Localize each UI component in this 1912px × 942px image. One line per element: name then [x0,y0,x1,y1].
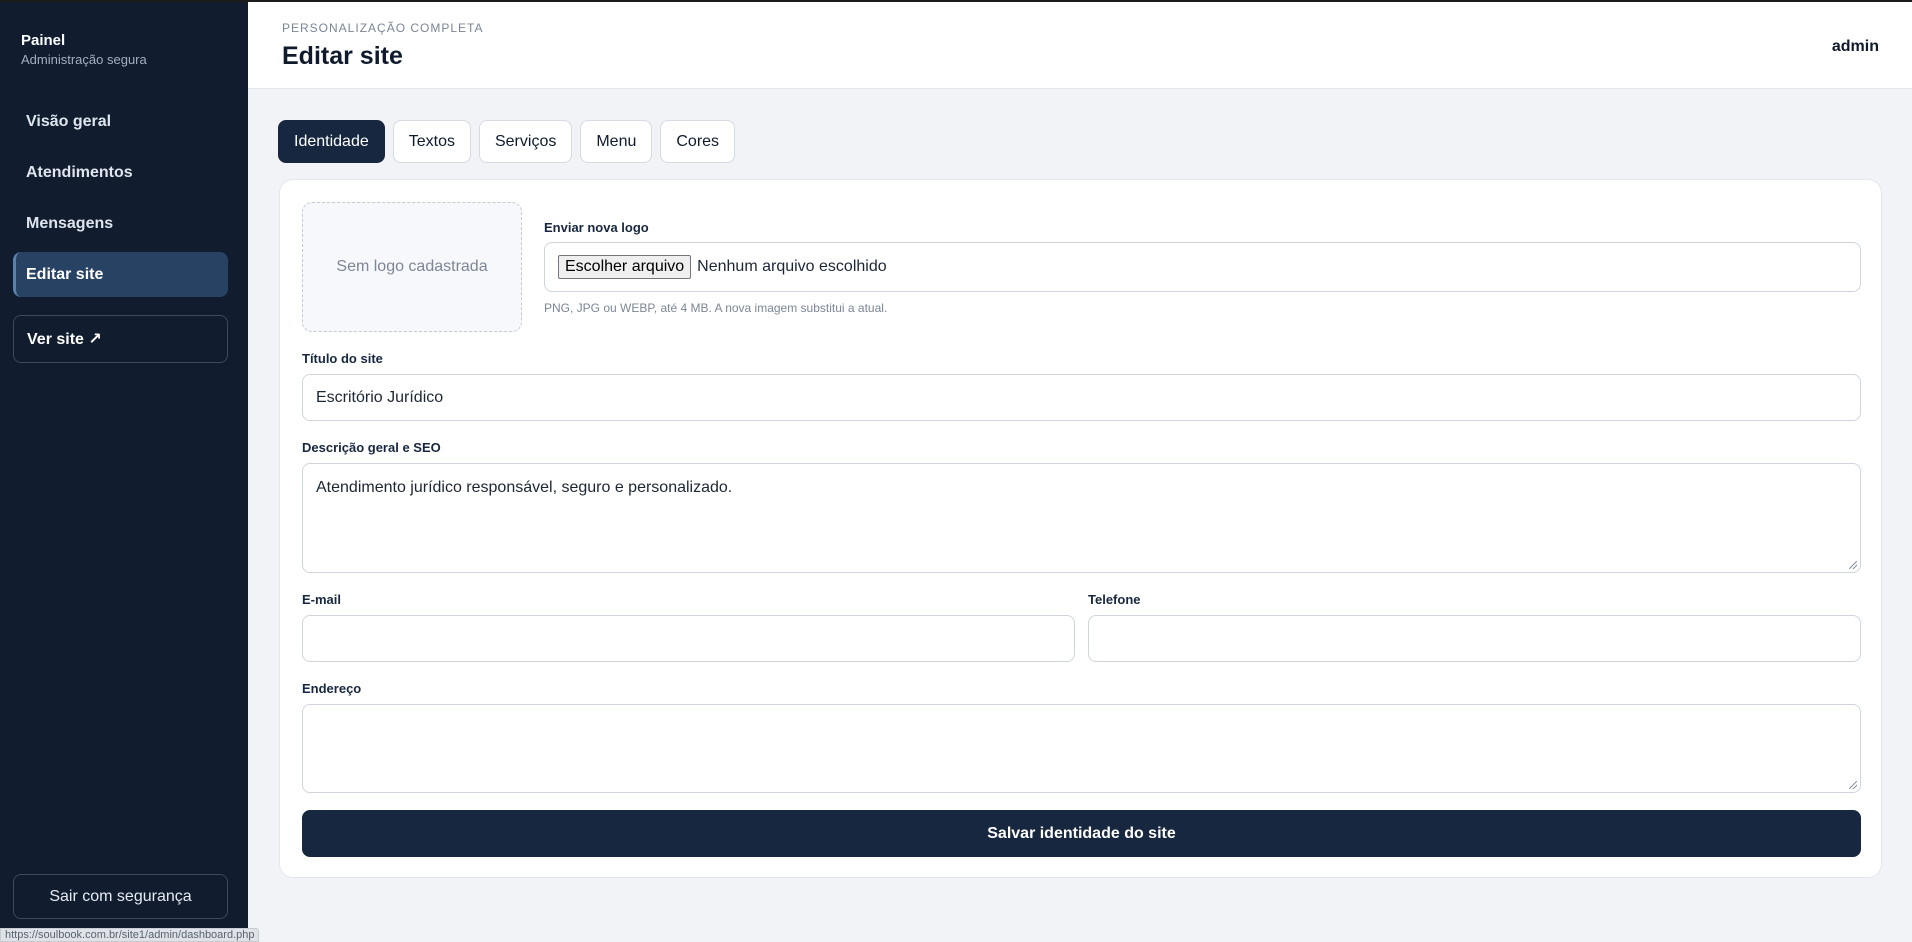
choose-file-button[interactable]: Escolher arquivo [558,255,692,279]
brand: Painel Administração segura [21,32,147,68]
brand-subtitle: Administração segura [21,52,147,67]
save-identity-button[interactable]: Salvar identidade do site [302,810,1861,857]
site-title-label: Título do site [302,351,383,366]
email-field[interactable] [302,615,1075,662]
sidebar-item-editar-site[interactable]: Editar site [13,252,228,297]
logout-button[interactable]: Sair com segurança [13,874,228,919]
sidebar-item-mensagens[interactable]: Mensagens [13,201,228,246]
description-label: Descrição geral e SEO [302,440,441,455]
sidebar-nav: Visão geral Atendimentos Mensagens Edita… [13,99,228,369]
view-site-link[interactable]: Ver site ↗ [13,315,228,363]
resize-handle-icon[interactable] [1849,781,1857,789]
email-label: E-mail [302,592,342,607]
window-top-border [0,0,1912,2]
address-label: Endereço [302,681,362,696]
phone-label: Telefone [1088,592,1141,607]
logo-hint: PNG, JPG ou WEBP, até 4 MB. A nova image… [544,301,888,315]
status-bar-url: https://soulbook.com.br/site1/admin/dash… [0,928,260,942]
description-textarea[interactable]: Atendimento jurídico responsável, seguro… [302,463,1861,573]
tab-menu[interactable]: Menu [580,120,653,163]
logo-file-input[interactable]: Escolher arquivo Nenhum arquivo escolhid… [544,242,1861,292]
phone-field[interactable] [1088,615,1861,662]
sidebar-item-atendimentos[interactable]: Atendimentos [13,150,228,195]
tab-cores[interactable]: Cores [660,120,736,163]
identity-form-card: Sem logo cadastrada Enviar nova logo Esc… [279,179,1882,878]
logo-preview: Sem logo cadastrada [302,202,522,332]
tab-servicos[interactable]: Serviços [478,120,573,163]
page-header: PERSONALIZAÇÃO COMPLETA Editar site admi… [248,2,1912,89]
resize-handle-icon[interactable] [1849,561,1857,569]
tab-textos[interactable]: Textos [392,120,471,163]
file-status: Nenhum arquivo escolhido [697,258,887,275]
description-text: Atendimento jurídico responsável, seguro… [316,479,733,496]
tab-identidade[interactable]: Identidade [278,120,385,163]
tab-bar: Identidade Textos Serviços Menu Cores [278,120,743,163]
page-title: Editar site [282,42,403,70]
address-textarea[interactable] [302,704,1861,793]
user-name[interactable]: admin [1832,38,1879,56]
brand-title: Painel [21,32,66,49]
sidebar-item-visao-geral[interactable]: Visão geral [13,99,228,144]
site-title-input[interactable]: Escritório Jurídico [302,374,1861,421]
logo-upload-label: Enviar nova logo [544,220,649,235]
sidebar: Painel Administração segura Visão geral … [0,0,248,942]
page-kicker: PERSONALIZAÇÃO COMPLETA [282,21,484,35]
